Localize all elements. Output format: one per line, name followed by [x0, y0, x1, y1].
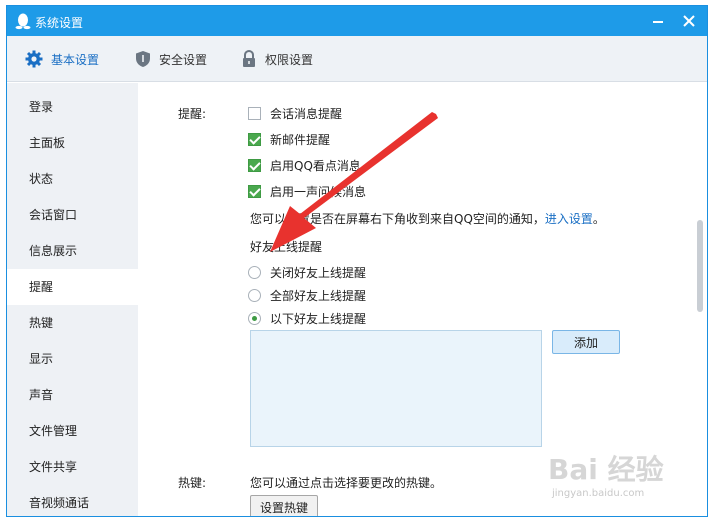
qq-penguin-icon — [15, 13, 31, 30]
window-title: 系统设置 — [35, 16, 84, 30]
tab-security-settings[interactable]: 安全设置 — [135, 36, 207, 82]
radio-button[interactable] — [248, 288, 261, 302]
hotkey-section-label: 热键: — [178, 476, 207, 490]
sidebar-item-reminder[interactable]: 提醒 — [7, 269, 138, 305]
notice-end: 。 — [592, 212, 605, 226]
notice-settings-link[interactable]: 进入设置 — [545, 212, 593, 226]
radio-selected-friend-online[interactable]: 以下好友上线提醒 — [248, 309, 366, 327]
checkbox[interactable] — [248, 106, 261, 120]
sidebar-item-display[interactable]: 显示 — [7, 341, 138, 377]
tab-security-label: 安全设置 — [159, 52, 208, 67]
reminder-section-label: 提醒: — [178, 107, 207, 121]
gear-icon — [25, 50, 43, 68]
sidebar-item-info-display[interactable]: 信息展示 — [7, 233, 138, 269]
option-chat-message-reminder[interactable]: 会话消息提醒 — [248, 104, 342, 122]
option-label: 启用QQ看点消息 — [270, 158, 361, 173]
hotkey-description: 您可以通过点击选择要更改的热键。 — [250, 476, 443, 490]
radio-close-friend-online[interactable]: 关闭好友上线提醒 — [248, 263, 366, 281]
checkbox-checked[interactable] — [248, 158, 261, 172]
radio-button[interactable] — [248, 265, 261, 279]
sidebar-item-file-sharing[interactable]: 文件共享 — [7, 449, 138, 485]
lock-icon — [243, 50, 255, 67]
settings-window: 系统设置 基本设置 安全设置 权限设置 登录 主面板 状态 会话窗口 信息展示 … — [6, 5, 708, 517]
radio-label: 全部好友上线提醒 — [270, 288, 367, 303]
sidebar-item-av-call[interactable]: 音视频通话 — [7, 485, 138, 516]
tab-permission-settings[interactable]: 权限设置 — [241, 36, 313, 82]
set-hotkey-button[interactable]: 设置热键 — [250, 495, 318, 516]
watermark-url: jingyan.baidu.com — [552, 488, 645, 499]
title-bar: 系统设置 — [7, 6, 707, 36]
option-new-mail-reminder[interactable]: 新邮件提醒 — [248, 130, 330, 148]
baidu-watermark: Bai 经验 jingyan.baidu.com — [548, 448, 688, 508]
option-greeting-message[interactable]: 启用一声问候消息 — [248, 182, 366, 200]
checkbox-checked[interactable] — [248, 132, 261, 146]
sidebar-item-chat-window[interactable]: 会话窗口 — [7, 197, 138, 233]
option-qq-kandian[interactable]: 启用QQ看点消息 — [248, 156, 361, 174]
sidebar-item-login[interactable]: 登录 — [7, 89, 138, 125]
top-tab-bar: 基本设置 安全设置 权限设置 — [7, 36, 707, 82]
option-label: 会话消息提醒 — [270, 106, 343, 121]
shield-icon — [136, 51, 150, 67]
friend-online-label: 好友上线提醒 — [250, 240, 323, 254]
sidebar-item-main-panel[interactable]: 主面板 — [7, 125, 138, 161]
tab-basic-settings[interactable]: 基本设置 — [25, 36, 99, 82]
sidebar-item-sound[interactable]: 声音 — [7, 377, 138, 413]
close-icon[interactable] — [678, 10, 700, 32]
sidebar-item-status[interactable]: 状态 — [7, 161, 138, 197]
option-label: 启用一声问候消息 — [270, 184, 367, 199]
option-label: 新邮件提醒 — [270, 132, 331, 147]
tab-basic-label: 基本设置 — [51, 52, 100, 67]
radio-label: 关闭好友上线提醒 — [270, 265, 367, 280]
scrollbar-thumb[interactable] — [697, 220, 703, 312]
sidebar-item-file-management[interactable]: 文件管理 — [7, 413, 138, 449]
minimize-button[interactable] — [647, 10, 669, 32]
radio-button-selected[interactable] — [248, 311, 261, 325]
radio-label: 以下好友上线提醒 — [270, 311, 367, 326]
qzone-notice: 您可以设置是否在屏幕右下角收到来自QQ空间的通知，进入设置。 — [250, 210, 605, 227]
add-friend-button[interactable]: 添加 — [552, 330, 620, 354]
watermark-logo: Bai 经验 — [548, 453, 664, 486]
tab-permission-label: 权限设置 — [265, 52, 314, 67]
sidebar-item-hotkey[interactable]: 热键 — [7, 305, 138, 341]
friend-list-box[interactable] — [250, 330, 542, 447]
settings-sidebar: 登录 主面板 状态 会话窗口 信息展示 提醒 热键 显示 声音 文件管理 文件共… — [7, 83, 138, 516]
radio-all-friend-online[interactable]: 全部好友上线提醒 — [248, 286, 366, 304]
notice-text: 您可以设置是否在屏幕右下角收到来自QQ空间的通知， — [250, 212, 545, 226]
checkbox-checked[interactable] — [248, 184, 261, 198]
